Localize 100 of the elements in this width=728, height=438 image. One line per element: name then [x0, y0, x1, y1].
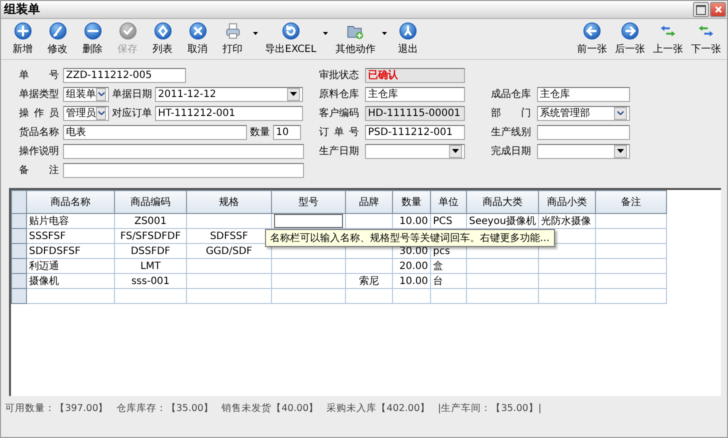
input-field[interactable]: 主仓库 — [365, 86, 465, 102]
maximize-button[interactable] — [693, 2, 709, 17]
date-field[interactable] — [537, 144, 630, 158]
input-field[interactable]: HT-111212-001 — [155, 106, 303, 120]
input-field[interactable]: ZZD-111212-005 — [63, 68, 186, 82]
toolbar-button[interactable]: 删除 — [75, 22, 110, 56]
pen-icon — [48, 22, 66, 40]
cell-editor[interactable] — [274, 214, 343, 228]
column-header[interactable]: 商品大类 — [466, 190, 539, 214]
toolbar-button[interactable]: 后一张 — [611, 22, 649, 56]
chevron-icon — [98, 111, 104, 115]
status-text: 销售未发货【40.00】 — [221, 402, 319, 415]
dropdown-button[interactable] — [250, 32, 261, 34]
field-label: 生产线别 — [491, 126, 531, 139]
table-cell: FS/SFSDFDF — [120, 230, 181, 242]
column-header[interactable]: 数量 — [392, 190, 430, 214]
field-label: 单据日期 — [111, 88, 153, 101]
close-button[interactable] — [710, 2, 726, 17]
toolbar-button[interactable]: 下一张 — [687, 22, 725, 56]
column-header[interactable]: 品牌 — [346, 190, 392, 214]
minus-icon — [84, 22, 102, 40]
field-label: 单 号 — [19, 68, 59, 82]
table-cell: 30.00 — [399, 246, 428, 256]
column-header[interactable]: 商品名称 — [26, 190, 114, 214]
table-cell: SDFSSF — [210, 230, 248, 242]
column-header[interactable]: 商品编码 — [114, 190, 186, 214]
close-icon — [714, 5, 722, 14]
chevron-icon — [617, 111, 624, 115]
table-cell: Seeyou摄像机 — [469, 216, 536, 227]
field-label: 操作说明 — [19, 145, 59, 158]
tooltip: 名称栏可以输入名称、规格型号等关键词回车。右键更多功能... — [265, 229, 555, 247]
toolbar-button[interactable]: 前一张 — [573, 22, 611, 56]
toolbar-button[interactable]: 上一张 — [649, 22, 687, 56]
column-header[interactable]: 单位 — [430, 190, 466, 214]
check-icon — [118, 22, 136, 40]
toolbar-button[interactable]: 其他动作 — [331, 22, 380, 56]
column-header[interactable]: 规格 — [186, 190, 272, 214]
field-label: 成品仓库 — [491, 88, 531, 101]
field-label: 原料仓库 — [319, 88, 359, 101]
table-cell: ZS001 — [134, 216, 167, 226]
field-label: 数量 — [249, 126, 271, 139]
table-cell: 光防水摄像 — [541, 216, 592, 227]
toolbar-button[interactable]: 打印 — [215, 22, 250, 56]
input-field[interactable]: PSD-111212-001 — [365, 124, 465, 140]
toolbar-button[interactable]: 新增 — [5, 22, 40, 56]
field-label: 生产日期 — [319, 144, 359, 158]
table-cell: 台 — [433, 276, 443, 287]
table-cell: DSSFDF — [130, 246, 170, 256]
maximize-icon — [696, 4, 706, 14]
input-field[interactable] — [537, 124, 630, 140]
table-cell: SDFDSFSF — [29, 246, 81, 256]
toolbar-button[interactable]: 退出 — [390, 22, 426, 56]
table-cell: 10.00 — [399, 276, 428, 286]
table-cell: 利迈通 — [29, 261, 59, 272]
input-field[interactable]: 电表 — [63, 124, 247, 140]
close-icon — [188, 22, 206, 40]
column-header[interactable]: 商品小类 — [538, 190, 596, 214]
field-label: 单据类型 — [19, 88, 59, 101]
status-text: 仓库库存：【35.00】 — [116, 402, 214, 415]
dropdown-field[interactable]: 组装单 — [63, 86, 109, 102]
toolbar-button[interactable]: 取消 — [180, 22, 215, 56]
plus-icon — [14, 22, 32, 40]
caret-icon — [382, 32, 388, 34]
input-field[interactable]: 主仓库 — [537, 86, 630, 102]
readonly-field: HD-111115-00001 — [365, 106, 465, 120]
table-cell: 10.00 — [399, 216, 428, 226]
column-header[interactable]: 备注 — [596, 190, 667, 214]
status-text: 采购未入库【402.00】 — [326, 402, 430, 415]
status-text: 可用数量：【397.00】 — [5, 402, 108, 415]
table-cell: 20.00 — [399, 260, 428, 272]
field-label: 完成日期 — [491, 144, 531, 158]
exit-icon — [398, 22, 417, 40]
caret-icon — [452, 149, 459, 153]
list-icon — [154, 22, 172, 40]
field-label: 客户编码 — [319, 106, 359, 120]
field-label: 备 注 — [19, 164, 59, 177]
input-field[interactable] — [63, 144, 304, 158]
caret-icon — [617, 149, 624, 153]
column-header[interactable]: 型号 — [272, 190, 346, 214]
date-field[interactable]: 2011-12-12 — [155, 86, 303, 102]
caret-icon — [253, 32, 258, 34]
toolbar-button[interactable]: 列表 — [145, 22, 180, 56]
toolbar-button[interactable]: 修改 — [40, 22, 75, 56]
dropdown-field[interactable]: 管理员 — [63, 106, 109, 120]
dropdown-field[interactable]: 系统管理部 — [537, 106, 630, 120]
date-field[interactable] — [365, 144, 465, 158]
printer-icon — [224, 22, 242, 40]
table-cell: SSSFSF — [29, 230, 66, 242]
table-cell: pcs — [433, 246, 450, 256]
input-field[interactable]: 10 — [273, 124, 301, 140]
window-title: 组装单 — [4, 1, 40, 18]
toolbar-button[interactable]: 导出EXCEL — [261, 22, 320, 56]
input-field[interactable] — [63, 162, 304, 178]
caret-icon — [290, 92, 297, 96]
status-field: 已确认 — [365, 68, 465, 82]
table-cell: 索尼 — [359, 276, 379, 287]
status-text: |生产车间：【35.00】| — [438, 402, 542, 415]
table-cell: LMT — [140, 260, 161, 272]
field-label: 部 门 — [491, 106, 531, 120]
field-label: 订 单 号 — [319, 126, 359, 139]
